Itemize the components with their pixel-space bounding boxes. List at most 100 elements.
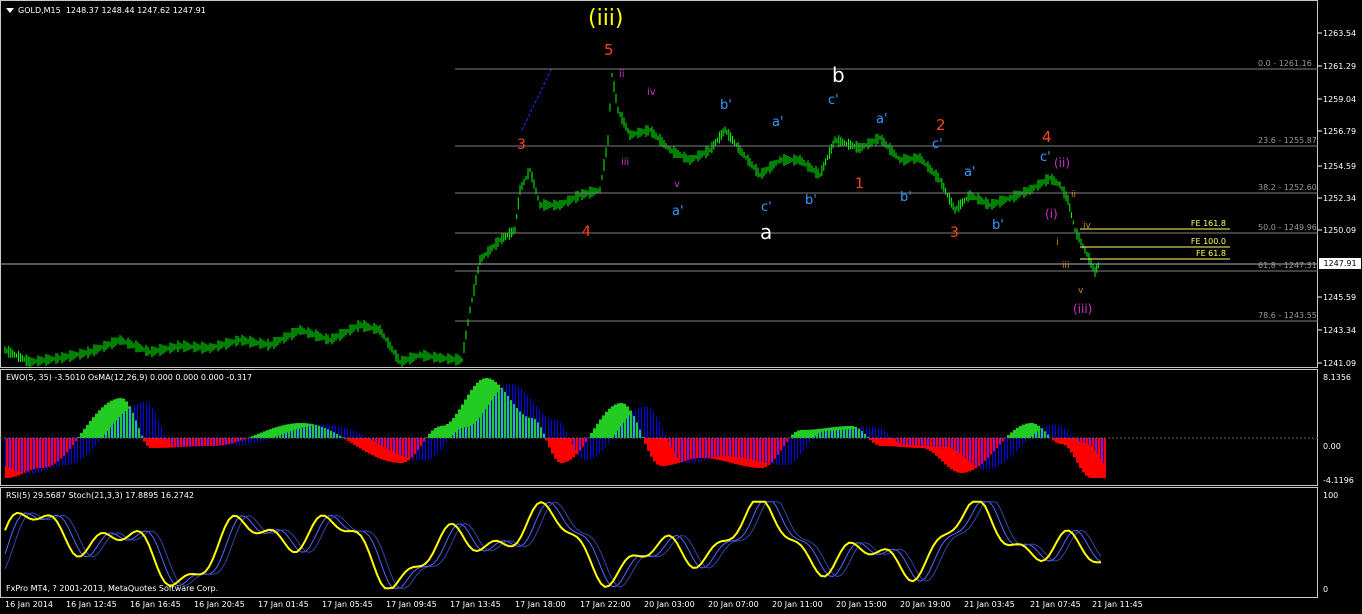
price-axis-label: 1243.34 bbox=[1323, 326, 1357, 335]
rsi-axis-label: 100 bbox=[1323, 491, 1339, 500]
wave-label: ii bbox=[1071, 190, 1077, 200]
price-axis-label: 1256.79 bbox=[1323, 127, 1357, 136]
osma-bar bbox=[986, 438, 987, 470]
osma-bar bbox=[752, 438, 753, 460]
osma-bar bbox=[563, 426, 564, 438]
osma-bar bbox=[422, 438, 423, 461]
ewo-bar bbox=[440, 426, 443, 438]
osma-bar bbox=[821, 431, 822, 438]
osma-bar bbox=[542, 413, 543, 438]
ewo-bar bbox=[143, 438, 146, 442]
osma-bar bbox=[299, 428, 300, 438]
osma-bar bbox=[149, 403, 150, 438]
osma-bar bbox=[740, 438, 741, 458]
osma-bar bbox=[326, 424, 327, 438]
osma-bar bbox=[623, 422, 624, 438]
osma-bar bbox=[62, 438, 63, 466]
osma-bar bbox=[1016, 438, 1017, 452]
osma-bar bbox=[677, 438, 678, 458]
ewo-bar bbox=[1013, 429, 1016, 438]
ewo-bar bbox=[83, 428, 86, 438]
osma-bar bbox=[413, 438, 414, 460]
osma-bar bbox=[218, 438, 219, 446]
osma-bar bbox=[686, 438, 687, 464]
ewo-bar bbox=[875, 438, 878, 445]
osma-bar bbox=[191, 438, 192, 447]
osma-bar bbox=[125, 411, 126, 438]
wave-label: i bbox=[1056, 237, 1059, 248]
osma-bar bbox=[833, 430, 834, 438]
osma-bar bbox=[227, 438, 228, 446]
osma-bar bbox=[1037, 431, 1038, 438]
wave-label: b' bbox=[900, 190, 912, 205]
osma-bar bbox=[908, 438, 909, 446]
ewo-bar bbox=[1064, 438, 1067, 446]
fib-level-label: 61.8 - 1247.31 bbox=[1258, 261, 1317, 270]
osma-bar bbox=[89, 438, 90, 453]
ewo-bar bbox=[794, 432, 797, 438]
osma-bar bbox=[512, 384, 513, 438]
osma-bar bbox=[110, 427, 111, 438]
wave-label: (iii) bbox=[1073, 302, 1093, 316]
osma-bar bbox=[509, 384, 510, 438]
fe-level-label: FE 161.8 bbox=[1190, 219, 1226, 228]
osma-bar bbox=[155, 413, 156, 438]
ewo-bar bbox=[86, 424, 89, 438]
osma-bar bbox=[404, 438, 405, 457]
osma-bar bbox=[398, 438, 399, 455]
fib-level-label: 38.2 - 1252.60 bbox=[1258, 183, 1317, 192]
osma-bar bbox=[947, 438, 948, 448]
osma-bar bbox=[20, 438, 21, 473]
osma-bar bbox=[344, 427, 345, 438]
osma-bar bbox=[926, 438, 927, 447]
osma-bar bbox=[1022, 438, 1023, 445]
osma-bar bbox=[848, 429, 849, 438]
ewo-bar bbox=[158, 438, 161, 448]
osma-bar bbox=[188, 438, 189, 447]
price-axis-label: 1241.09 bbox=[1323, 359, 1357, 368]
time-axis-label: 20 Jan 07:00 bbox=[708, 600, 759, 609]
osma-bar bbox=[203, 438, 204, 447]
osma-bar bbox=[680, 438, 681, 462]
osma-bar bbox=[938, 438, 939, 447]
osma-bar bbox=[1067, 431, 1068, 438]
osma-bar bbox=[71, 438, 72, 465]
osma-bar bbox=[488, 404, 489, 438]
ewo-bar bbox=[353, 438, 356, 445]
osma-bar bbox=[1061, 426, 1062, 438]
ewo-bar bbox=[1061, 438, 1064, 445]
osma-bar bbox=[950, 438, 951, 448]
ewo-bar bbox=[665, 438, 668, 466]
ewo-bar bbox=[101, 407, 104, 438]
osma-bar bbox=[296, 429, 297, 438]
wave-label: (ii) bbox=[1054, 156, 1071, 170]
osma-bar bbox=[32, 438, 33, 474]
osma-bar bbox=[722, 438, 723, 457]
ewo-bar bbox=[104, 404, 107, 438]
osma-bar bbox=[458, 429, 459, 438]
wave-label: 2 bbox=[936, 116, 946, 134]
osma-bar bbox=[1091, 438, 1092, 447]
osma-bar bbox=[878, 427, 879, 438]
wave-label: 4 bbox=[1042, 128, 1052, 146]
fib-level-label: 50.0 - 1249.96 bbox=[1258, 223, 1317, 232]
ewo-bar bbox=[563, 438, 566, 463]
osma-bar bbox=[263, 438, 264, 441]
ewo-bar bbox=[1025, 423, 1028, 438]
osma-bar bbox=[311, 425, 312, 438]
osma-bar bbox=[533, 402, 534, 438]
wave-label: a' bbox=[772, 115, 784, 130]
fib-level-label: 0.0 - 1261.16 bbox=[1258, 59, 1312, 68]
ewo-bar bbox=[275, 427, 278, 438]
osma-bar bbox=[260, 438, 261, 442]
ewo-bar bbox=[656, 438, 659, 465]
osma-bar bbox=[860, 427, 861, 438]
ewo-bar bbox=[791, 434, 794, 438]
osma-bar bbox=[905, 438, 906, 446]
ewo-bar bbox=[257, 433, 260, 438]
osma-bar bbox=[419, 438, 420, 461]
osma-bar bbox=[212, 438, 213, 446]
wave-label: b bbox=[832, 63, 845, 87]
ewo-bar bbox=[590, 433, 593, 438]
ewo-bar bbox=[1082, 438, 1085, 473]
